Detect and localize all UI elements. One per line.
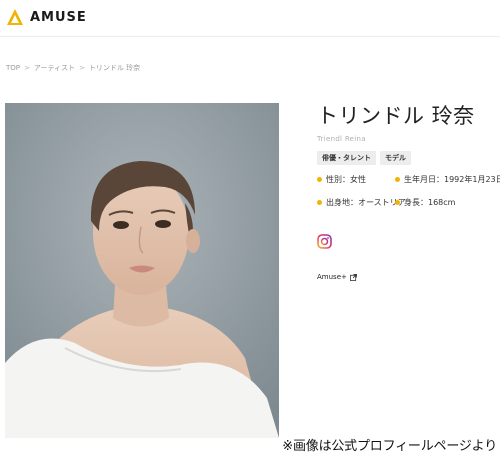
site-header: AMUSE	[0, 0, 500, 37]
breadcrumb-separator: >	[24, 64, 30, 72]
amuse-logo[interactable]: AMUSE	[6, 8, 87, 26]
fact-birthplace: 出身地：オーストリア	[317, 197, 406, 208]
breadcrumb-top[interactable]: TOP	[6, 64, 20, 72]
bullet-dot-icon	[395, 200, 400, 205]
artist-name: トリンドル 玲奈	[317, 104, 475, 128]
amuse-plus-link[interactable]: Amuse+	[317, 273, 357, 281]
artist-name-english: Triendl Reina	[317, 135, 366, 143]
image-source-caption: ※画像は公式プロフィールページより	[282, 439, 497, 454]
fact-gender-text: 性別：女性	[326, 175, 366, 184]
fact-birthplace-text: 出身地：オーストリア	[326, 198, 406, 207]
bullet-dot-icon	[317, 177, 322, 182]
breadcrumb-current: トリンドル 玲奈	[88, 64, 141, 72]
breadcrumb-artists[interactable]: アーティスト	[34, 63, 75, 73]
tag-actor-talent[interactable]: 俳優・タレント	[317, 151, 376, 165]
fact-height-text: 身長：168cm	[404, 198, 456, 207]
instagram-icon	[317, 234, 332, 249]
tag-model[interactable]: モデル	[380, 151, 411, 165]
fact-height: 身長：168cm	[395, 197, 495, 208]
amuse-logo-icon	[7, 9, 23, 25]
breadcrumb-separator: >	[79, 64, 85, 72]
artist-portrait-photo	[5, 103, 279, 438]
breadcrumb: TOP > アーティスト > トリンドル 玲奈	[6, 63, 140, 73]
bullet-dot-icon	[395, 177, 400, 182]
fact-birthday-text: 生年月日：1992年1月23日	[404, 175, 500, 184]
brand-name: AMUSE	[30, 9, 87, 25]
fact-gender: 性別：女性	[317, 174, 395, 185]
fact-birthday: 生年月日：1992年1月23日	[395, 174, 500, 185]
profile-facts: 性別：女性 生年月日：1992年1月23日 出身地：オーストリア 身長：168c…	[317, 174, 500, 208]
external-link-icon	[349, 273, 357, 281]
artist-profile: トリンドル 玲奈 Triendl Reina 俳優・タレント モデル 性別：女性…	[317, 100, 500, 208]
amuse-plus-label: Amuse+	[317, 273, 347, 281]
genre-tags: 俳優・タレント モデル	[317, 151, 497, 165]
bullet-dot-icon	[317, 200, 322, 205]
instagram-link[interactable]	[317, 234, 332, 249]
